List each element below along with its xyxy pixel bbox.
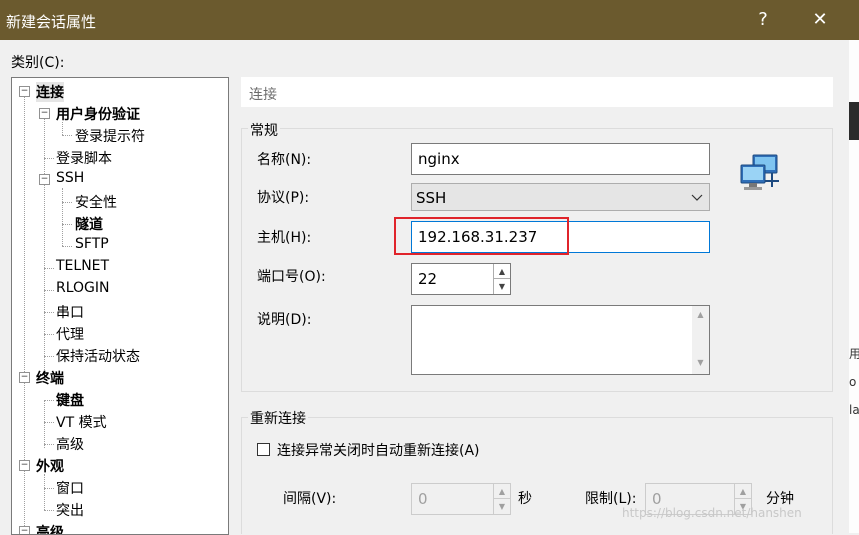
tree-item-terminal-advanced[interactable]: 高级 (56, 434, 84, 454)
tree-line (62, 246, 72, 247)
tree-item-login-prompt[interactable]: 登录提示符 (75, 126, 145, 146)
tree-line (44, 114, 45, 380)
port-input[interactable] (412, 264, 492, 294)
name-label: 名称(N): (257, 152, 312, 168)
tree-line (44, 312, 54, 313)
tree-line (44, 400, 54, 401)
reconnect-group-title: 重新连接 (248, 408, 308, 428)
spin-down-icon[interactable]: ▼ (493, 499, 510, 514)
tree-line (44, 474, 45, 510)
tree-item-advanced[interactable]: 高级 (36, 522, 64, 534)
network-computers-icon (740, 154, 779, 190)
port-label: 端口号(O): (257, 269, 326, 285)
category-label: 类别(C): (11, 55, 65, 71)
tree-item-tunnel[interactable]: 隧道 (75, 214, 103, 234)
tree-line (44, 488, 54, 489)
limit-unit: 分钟 (766, 491, 794, 507)
tree-line (62, 224, 72, 225)
tree-line (62, 188, 63, 246)
background-window-edge: 用 o la (849, 40, 859, 533)
background-toolbar-band (849, 102, 859, 140)
tree-line (44, 356, 54, 357)
tree-line (44, 158, 54, 159)
tree-line (62, 135, 72, 136)
edge-char: la (849, 403, 859, 417)
tree-line (44, 334, 54, 335)
edge-char: o (849, 375, 857, 389)
collapse-toggle-icon[interactable]: − (19, 86, 30, 97)
category-tree[interactable]: − − − − − − 连接 用户身份验证 登录提示符 登录脚本 SSH 安全性… (11, 77, 229, 535)
tree-item-window[interactable]: 窗口 (56, 478, 84, 498)
tree-line (44, 290, 54, 291)
tree-line (44, 268, 54, 269)
scroll-up-icon[interactable]: ▲ (692, 310, 709, 319)
limit-label: 限制(L): (585, 491, 637, 507)
protocol-label: 协议(P): (257, 190, 310, 206)
chevron-down-icon (691, 194, 703, 201)
tree-item-highlight[interactable]: 突出 (56, 500, 84, 520)
tree-line (44, 444, 54, 445)
highlight-annotation (394, 217, 569, 255)
host-label: 主机(H): (257, 230, 312, 246)
auto-reconnect-label[interactable]: 连接异常关闭时自动重新连接(A) (277, 440, 480, 460)
tree-item-telnet[interactable]: TELNET (56, 258, 109, 274)
tree-item-rlogin[interactable]: RLOGIN (56, 280, 110, 296)
tree-line (62, 202, 72, 203)
collapse-toggle-icon[interactable]: − (39, 174, 50, 185)
name-input[interactable] (411, 143, 710, 175)
tree-item-sftp[interactable]: SFTP (75, 236, 109, 252)
general-group-title: 常规 (248, 120, 280, 140)
interval-input[interactable] (412, 484, 492, 514)
interval-label: 间隔(V): (283, 491, 337, 507)
collapse-toggle-icon[interactable]: − (19, 460, 30, 471)
tree-line (44, 510, 54, 511)
tree-item-keepalive[interactable]: 保持活动状态 (56, 346, 140, 366)
watermark: https://blog.csdn.net/hanshen (622, 506, 802, 520)
tree-item-vt-mode[interactable]: VT 模式 (56, 412, 107, 432)
protocol-select[interactable]: SSH (411, 183, 710, 211)
tree-line (44, 422, 54, 423)
title-bar: 新建会话属性 ? ✕ (0, 0, 859, 40)
settings-panel: 连接 常规 名称(N): 协议(P): SSH 主机(H): 端口号(O): ▲… (241, 77, 833, 534)
spin-up-icon[interactable]: ▲ (493, 264, 510, 279)
interval-unit: 秒 (518, 491, 532, 507)
edge-char: 用 (849, 347, 859, 361)
section-header: 连接 (241, 77, 833, 107)
tree-item-login-script[interactable]: 登录脚本 (56, 148, 112, 168)
collapse-toggle-icon[interactable]: − (19, 372, 30, 383)
scroll-down-icon[interactable]: ▼ (692, 358, 709, 367)
interval-stepper[interactable]: ▲ ▼ (411, 483, 511, 515)
collapse-toggle-icon[interactable]: − (39, 108, 50, 119)
tree-item-keyboard[interactable]: 键盘 (56, 390, 84, 410)
tree-item-terminal[interactable]: 终端 (36, 368, 64, 388)
spin-up-icon[interactable]: ▲ (734, 484, 751, 499)
port-stepper[interactable]: ▲ ▼ (411, 263, 511, 295)
tree-item-connection[interactable]: 连接 (36, 82, 64, 102)
background-edge-text: 用 o la (849, 340, 859, 424)
tree-item-user-auth[interactable]: 用户身份验证 (56, 104, 140, 124)
tree-line (44, 400, 45, 448)
desc-label: 说明(D): (257, 312, 312, 328)
window-title: 新建会话属性 (6, 13, 97, 31)
protocol-selected-value: SSH (416, 189, 447, 207)
tree-item-ssh[interactable]: SSH (56, 170, 84, 186)
auto-reconnect-checkbox[interactable] (257, 443, 270, 456)
close-button[interactable]: ✕ (803, 4, 837, 36)
collapse-toggle-icon[interactable]: − (19, 526, 30, 534)
section-title: 连接 (249, 87, 277, 103)
description-scrollbar[interactable]: ▲ ▼ (692, 306, 709, 374)
description-textarea[interactable]: ▲ ▼ (411, 305, 710, 375)
tree-item-serial[interactable]: 串口 (56, 302, 84, 322)
tree-item-proxy[interactable]: 代理 (56, 324, 84, 344)
spin-down-icon[interactable]: ▼ (493, 279, 510, 294)
tree-item-appearance[interactable]: 外观 (36, 456, 64, 476)
tree-item-security[interactable]: 安全性 (75, 192, 117, 212)
spin-up-icon[interactable]: ▲ (493, 484, 510, 499)
help-button[interactable]: ? (746, 4, 780, 36)
